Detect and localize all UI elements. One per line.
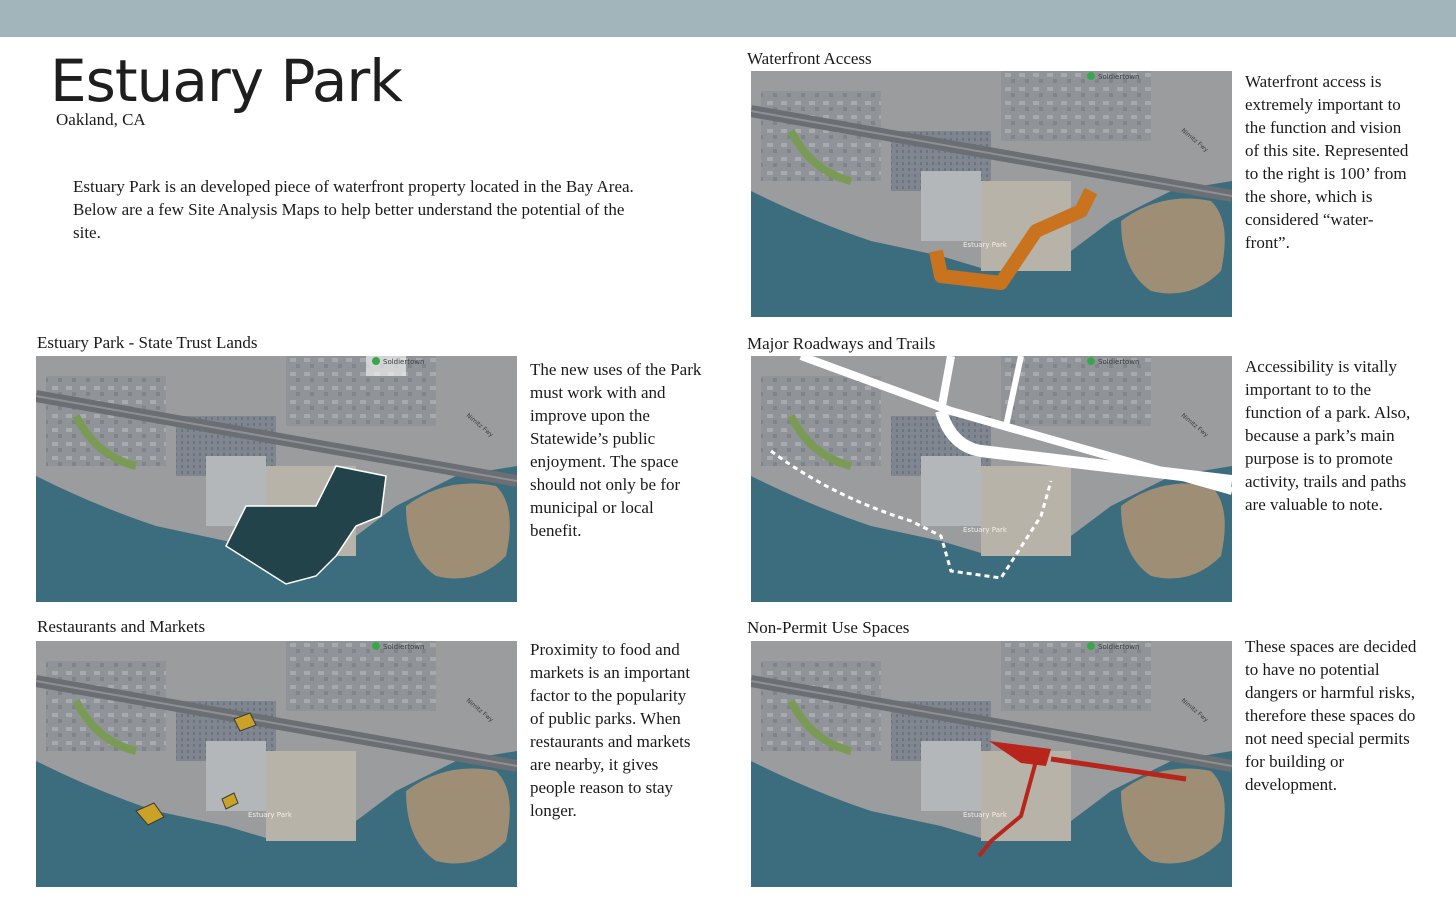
section-text-non-permit: These spaces are decided to have no pote… bbox=[1245, 637, 1417, 794]
map-roadways: Estuary Park Soldiertown Nimitz Fwy bbox=[751, 356, 1232, 602]
map-state-trust: Soldiertown Nimitz Fwy bbox=[36, 356, 517, 602]
map-poi-label: Soldiertown bbox=[1098, 643, 1139, 651]
section-text-state-trust: The new uses of the Park must work with … bbox=[530, 360, 702, 540]
map-place-label: Estuary Park bbox=[248, 811, 293, 819]
map-place-label: Estuary Park bbox=[963, 241, 1008, 249]
section-title-waterfront: Waterfront Access bbox=[747, 49, 872, 68]
map-restaurants: Estuary Park Soldiertown Nimitz Fwy bbox=[36, 641, 517, 887]
pin-icon bbox=[372, 357, 380, 365]
section-title-roadways: Major Roadways and Trails bbox=[747, 334, 936, 353]
map-poi-label: Soldiertown bbox=[383, 643, 424, 651]
page-title: Estuary Park bbox=[50, 47, 403, 115]
section-title-non-permit: Non-Permit Use Spaces bbox=[747, 618, 910, 637]
section-text-restaurants: Proximity to food and markets is an impo… bbox=[530, 640, 691, 820]
map-poi-label: Soldiertown bbox=[1098, 73, 1139, 81]
pin-icon bbox=[1087, 642, 1095, 650]
section-text-waterfront: Waterfront access is extremely important… bbox=[1245, 72, 1409, 252]
map-waterfront: Estuary Park Soldiertown Nimitz Fwy bbox=[751, 71, 1232, 317]
section-title-state-trust: Estuary Park - State Trust Lands bbox=[37, 333, 258, 352]
page-location: Oakland, CA bbox=[56, 110, 146, 129]
section-text-roadways: Accessibility is vitally important to to… bbox=[1245, 357, 1411, 514]
pin-icon bbox=[1087, 357, 1095, 365]
map-poi-label: Soldiertown bbox=[1098, 358, 1139, 366]
intro-paragraph-1: Estuary Park is an developed piece of wa… bbox=[73, 177, 634, 196]
pin-icon bbox=[372, 642, 380, 650]
intro-text: Estuary Park is an developed piece of wa… bbox=[73, 175, 653, 244]
map-non-permit: Estuary Park Soldiertown Nimitz Fwy bbox=[751, 641, 1232, 887]
intro-paragraph-2: Below are a few Site Analysis Maps to he… bbox=[73, 200, 625, 242]
pin-icon bbox=[1087, 72, 1095, 80]
section-title-restaurants: Restaurants and Markets bbox=[37, 617, 206, 636]
map-poi-label: Soldiertown bbox=[383, 358, 424, 366]
map-place-label: Estuary Park bbox=[963, 526, 1008, 534]
top-banner bbox=[0, 0, 1456, 37]
map-place-label: Estuary Park bbox=[963, 811, 1008, 819]
